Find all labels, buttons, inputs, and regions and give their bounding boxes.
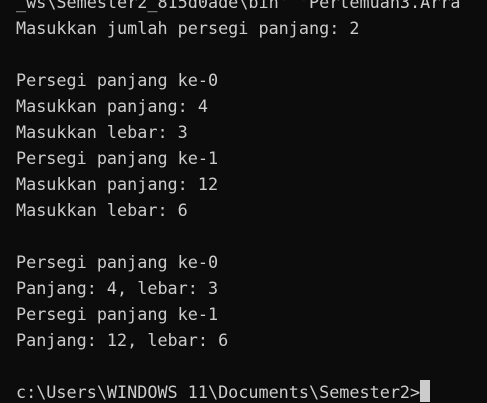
output-line: Persegi panjang ke-1 <box>16 304 219 324</box>
terminal-window[interactable]: _ws\Semester2_815d0ade\bin' 'Pertemuan3.… <box>0 0 487 403</box>
output-line: Masukkan jumlah persegi panjang: 2 <box>16 18 360 38</box>
output-line: Panjang: 4, lebar: 3 <box>16 278 219 298</box>
command-prompt-line[interactable]: c:\Users\WINDOWS 11\Documents\Semester2> <box>16 379 461 403</box>
text-cursor <box>420 380 431 402</box>
terminal-output: _ws\Semester2_815d0ade\bin' 'Pertemuan3.… <box>16 0 461 403</box>
output-line: Masukkan lebar: 6 <box>16 200 188 220</box>
output-line: Masukkan panjang: 4 <box>16 96 208 116</box>
output-line: Masukkan panjang: 12 <box>16 174 219 194</box>
output-line: Persegi panjang ke-0 <box>16 70 219 90</box>
command-prompt: c:\Users\WINDOWS 11\Documents\Semester2> <box>16 382 421 402</box>
output-line: Persegi panjang ke-1 <box>16 148 219 168</box>
output-line: Masukkan lebar: 3 <box>16 122 188 142</box>
output-line: Persegi panjang ke-0 <box>16 252 219 272</box>
output-line: Panjang: 12, lebar: 6 <box>16 330 229 350</box>
output-line: _ws\Semester2_815d0ade\bin' 'Pertemuan3.… <box>16 0 461 12</box>
